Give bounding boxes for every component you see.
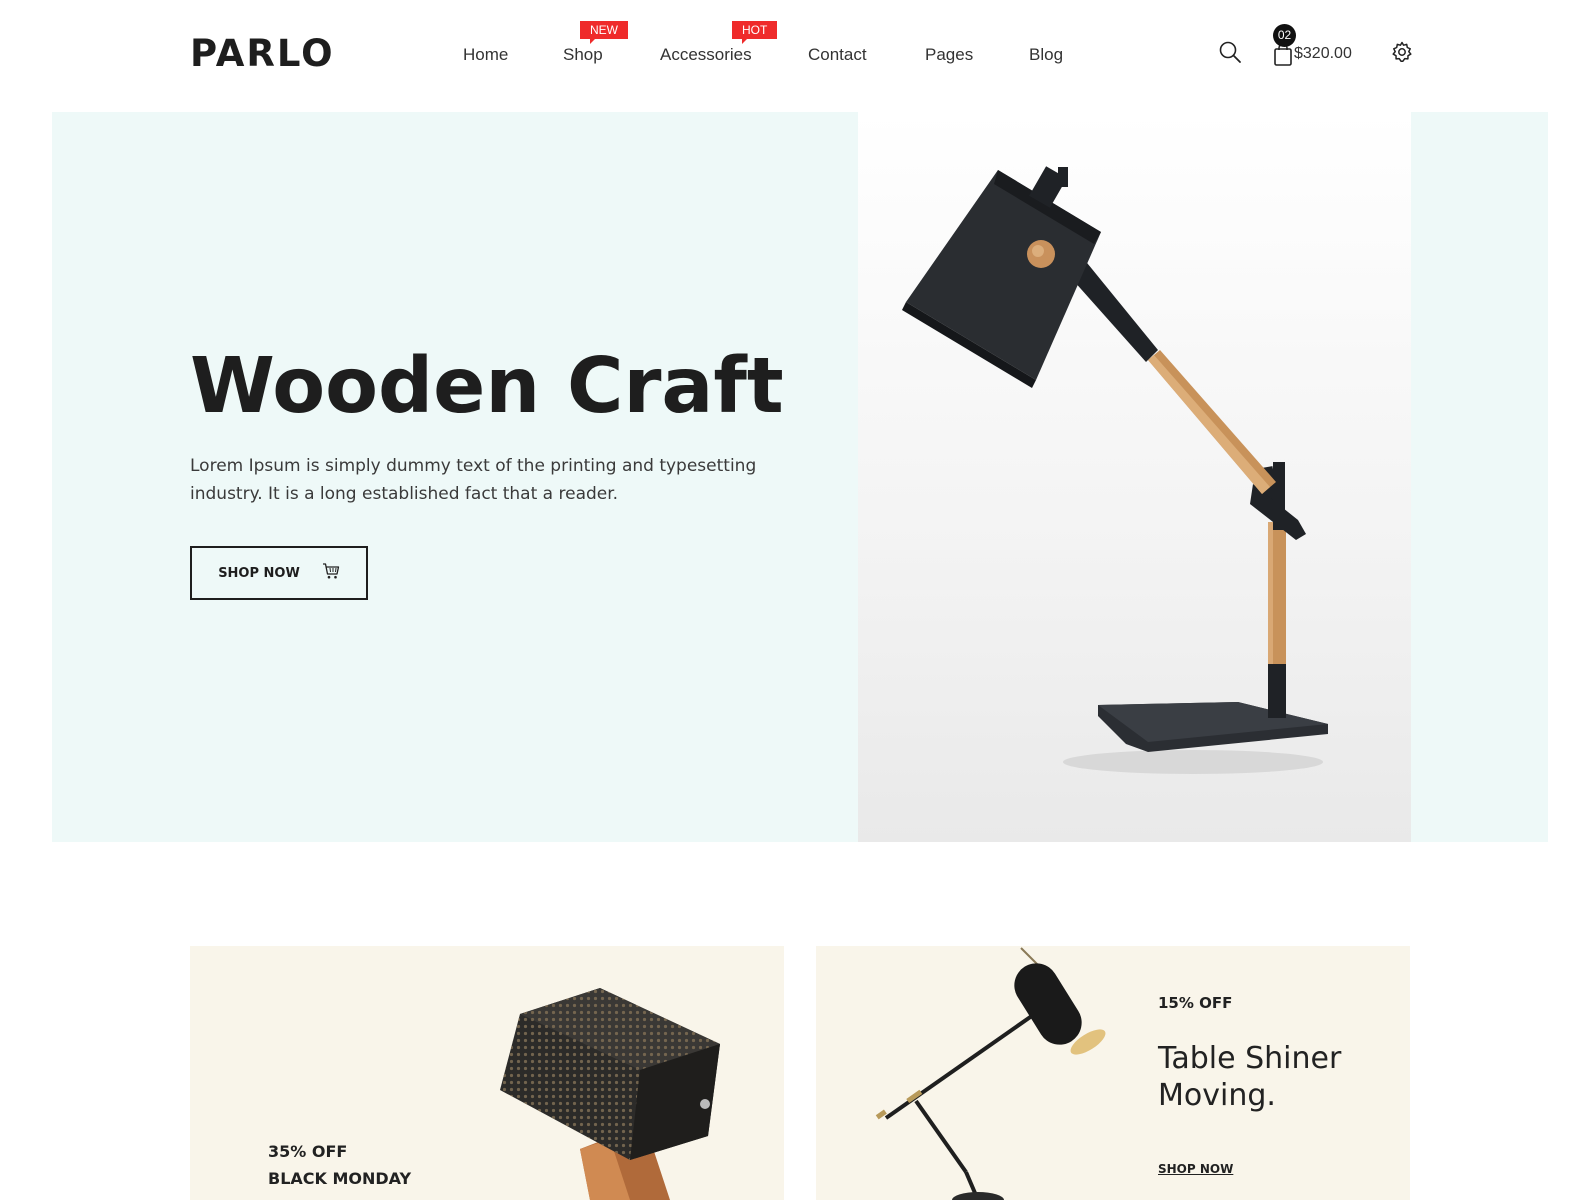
shop-now-label: SHOP NOW	[218, 565, 300, 581]
search-icon[interactable]	[1218, 40, 1242, 64]
hero-title: Wooden Craft	[190, 342, 784, 431]
black-monday-offer: 35% OFF BLACK MONDAY	[268, 1138, 411, 1192]
shopping-bag-icon[interactable]	[1273, 43, 1295, 66]
spotlight-lamp-image	[866, 946, 1126, 1200]
nav-accessories-label: Accessories	[660, 45, 752, 64]
nav-home[interactable]: Home	[463, 45, 508, 65]
cart-icon	[322, 562, 340, 584]
cart-total[interactable]: $320.00	[1294, 45, 1352, 63]
hot-badge: HOT	[732, 21, 778, 44]
black-monday-discount: 35% OFF	[268, 1142, 348, 1161]
nav-shop[interactable]: Shop NEW	[563, 21, 628, 65]
black-monday-headline: BLACK MONDAY	[268, 1169, 412, 1188]
hero-image	[858, 112, 1411, 842]
promo-card-table-shiner[interactable]: 15% OFF Table Shiner Moving. SHOP NOW	[816, 946, 1410, 1200]
nav-blog[interactable]: Blog	[1029, 45, 1063, 65]
promo-card-black-monday[interactable]: 35% OFF BLACK MONDAY	[190, 946, 784, 1200]
perforated-cube-lamp-image	[480, 974, 740, 1200]
nav-shop-label: Shop	[563, 45, 603, 64]
site-logo[interactable]: PARLO	[190, 32, 335, 75]
nav-contact[interactable]: Contact	[808, 45, 867, 65]
shop-now-button[interactable]: SHOP NOW	[190, 546, 368, 600]
table-shiner-shop-now-link[interactable]: SHOP NOW	[1158, 1162, 1233, 1176]
desk-lamp-illustration	[902, 166, 1328, 774]
hero-description: Lorem Ipsum is simply dummy text of the …	[190, 456, 757, 504]
new-badge: NEW	[580, 21, 628, 44]
table-shiner-discount: 15% OFF	[1158, 994, 1233, 1012]
gear-icon[interactable]	[1390, 40, 1414, 64]
nav-pages[interactable]: Pages	[925, 45, 973, 65]
nav-accessories[interactable]: Accessories HOT	[660, 21, 778, 65]
table-shiner-title: Table Shiner Moving.	[1158, 1041, 1342, 1113]
cart-count-badge: 02	[1273, 24, 1296, 47]
